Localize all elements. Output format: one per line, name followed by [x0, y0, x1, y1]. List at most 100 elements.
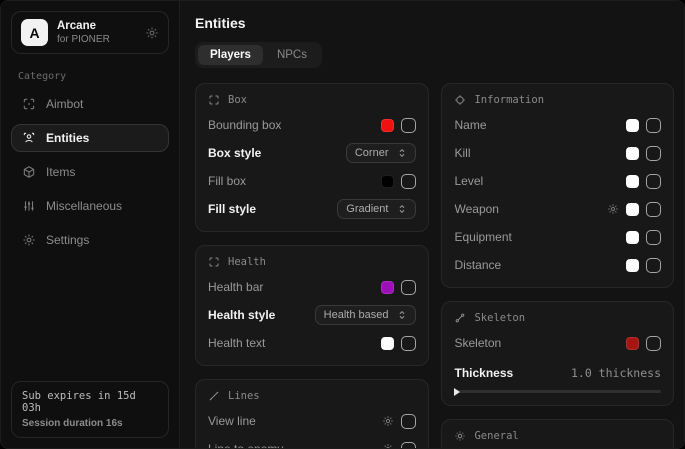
gear-icon[interactable]	[382, 415, 394, 427]
sun-icon	[454, 430, 466, 442]
unfold-icon	[397, 310, 407, 320]
panel-skeleton-header: Skeleton	[454, 312, 661, 324]
color-swatch[interactable]	[626, 147, 639, 160]
color-swatch[interactable]	[626, 337, 639, 350]
color-swatch[interactable]	[381, 337, 394, 350]
row-line-to-enemy: Line to enemy	[208, 439, 416, 448]
checkbox[interactable]	[646, 230, 661, 245]
panel-title: Health	[228, 256, 266, 268]
panel-general-header: General	[454, 430, 661, 442]
sidebar-item-label: Items	[46, 165, 75, 179]
left-column: Box Bounding box Box style	[195, 83, 429, 448]
color-swatch[interactable]	[381, 281, 394, 294]
panel-health-header: Health	[208, 256, 416, 268]
slider-handle[interactable]	[454, 388, 460, 396]
row-label: Health text	[208, 336, 265, 350]
row-distance: Distance	[454, 255, 661, 275]
dropdown-value: Health based	[324, 309, 389, 321]
panel-lines: Lines View line	[195, 379, 429, 448]
row-label: Weapon	[454, 202, 498, 216]
unfold-icon	[397, 204, 407, 214]
color-swatch[interactable]	[381, 175, 394, 188]
sidebar-item-aimbot[interactable]: Aimbot	[11, 90, 169, 118]
color-swatch[interactable]	[381, 119, 394, 132]
panel-title: Skeleton	[474, 312, 525, 324]
right-column: Information Name Kill	[441, 83, 674, 448]
row-label: Health style	[208, 308, 275, 322]
row-label: Level	[454, 174, 483, 188]
panel-information: Information Name Kill	[441, 83, 674, 288]
gear-icon[interactable]	[382, 443, 394, 448]
sidebar-item-label: Miscellaneous	[46, 199, 122, 213]
row-health-style: Health style Health based	[208, 305, 416, 325]
package-icon	[22, 165, 36, 179]
checkbox[interactable]	[646, 146, 661, 161]
color-swatch[interactable]	[626, 259, 639, 272]
sidebar-item-settings[interactable]: Settings	[11, 226, 169, 254]
session-duration-text: Session duration 16s	[22, 418, 158, 429]
row-kill: Kill	[454, 143, 661, 163]
panel-information-header: Information	[454, 94, 661, 106]
row-equipment: Equipment	[454, 227, 661, 247]
color-swatch[interactable]	[626, 203, 639, 216]
subscription-card: Sub expires in 15d 03h Session duration …	[11, 381, 169, 438]
color-swatch[interactable]	[626, 119, 639, 132]
checkbox[interactable]	[401, 118, 416, 133]
row-thickness: Thickness 1.0 thickness	[454, 363, 661, 393]
row-bounding-box: Bounding box	[208, 115, 416, 135]
color-swatch[interactable]	[626, 175, 639, 188]
thickness-slider[interactable]	[454, 390, 661, 393]
checkbox[interactable]	[401, 414, 416, 429]
box-style-dropdown[interactable]: Corner	[346, 143, 417, 163]
panel-columns: Box Bounding box Box style	[195, 83, 674, 448]
sidebar-item-miscellaneous[interactable]: Miscellaneous	[11, 192, 169, 220]
checkbox[interactable]	[401, 280, 416, 295]
row-label: Equipment	[454, 230, 511, 244]
checkbox[interactable]	[401, 442, 416, 449]
color-swatch[interactable]	[626, 231, 639, 244]
checkbox[interactable]	[646, 202, 661, 217]
gear-icon[interactable]	[607, 203, 619, 215]
box-brackets-icon	[208, 256, 220, 268]
row-health-bar: Health bar	[208, 277, 416, 297]
gear-icon	[22, 233, 36, 247]
target-icon	[454, 94, 466, 106]
sidebar-item-label: Aimbot	[46, 97, 83, 111]
tab-players[interactable]: Players	[198, 45, 263, 65]
checkbox[interactable]	[401, 336, 416, 351]
checkbox[interactable]	[646, 336, 661, 351]
sidebar-nav: Aimbot Entities Items Miscellaneous	[11, 90, 169, 254]
checkbox[interactable]	[401, 174, 416, 189]
row-skeleton: Skeleton	[454, 333, 661, 353]
panel-general: General Visibility check	[441, 419, 674, 448]
sub-expiry-text: Sub expires in 15d 03h	[22, 390, 158, 414]
panel-title: Information	[474, 94, 544, 106]
sidebar-item-label: Entities	[46, 131, 89, 145]
bone-icon	[454, 312, 466, 324]
row-name: Name	[454, 115, 661, 135]
line-icon	[208, 390, 220, 402]
gear-icon[interactable]	[145, 26, 159, 40]
crosshair-icon	[22, 97, 36, 111]
dropdown-value: Corner	[355, 147, 389, 159]
checkbox[interactable]	[646, 258, 661, 273]
health-style-dropdown[interactable]: Health based	[315, 305, 417, 325]
page-title: Entities	[195, 15, 674, 31]
fill-style-dropdown[interactable]: Gradient	[337, 199, 416, 219]
row-label: Thickness	[454, 366, 513, 380]
sidebar: A Arcane for PIONER Category Aimbot	[1, 1, 180, 448]
checkbox[interactable]	[646, 174, 661, 189]
sidebar-item-entities[interactable]: Entities	[11, 124, 169, 152]
thickness-value: 1.0 thickness	[571, 366, 661, 380]
row-label: Skeleton	[454, 336, 501, 350]
checkbox[interactable]	[646, 118, 661, 133]
sidebar-item-items[interactable]: Items	[11, 158, 169, 186]
panel-box: Box Bounding box Box style	[195, 83, 429, 232]
row-level: Level	[454, 171, 661, 191]
tab-npcs[interactable]: NPCs	[265, 45, 319, 65]
row-label: View line	[208, 414, 256, 428]
row-view-line: View line	[208, 411, 416, 431]
brand-title: Arcane	[57, 20, 110, 32]
row-label: Fill box	[208, 174, 246, 188]
brand-card: A Arcane for PIONER	[11, 11, 169, 54]
